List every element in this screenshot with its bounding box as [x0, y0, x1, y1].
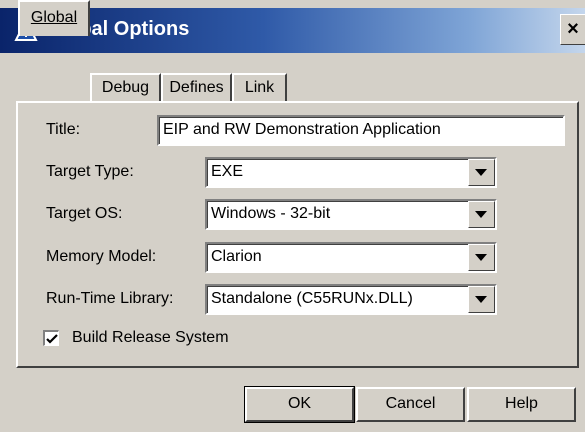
target-os-label: Target OS: [46, 205, 123, 222]
tab-debug[interactable]: Debug [90, 73, 161, 101]
memory-model-select[interactable]: Clarion [205, 242, 497, 273]
tab-debug-label: Debug [101, 79, 150, 96]
title-input[interactable]: EIP and RW Demonstration Application [157, 115, 565, 146]
target-type-select[interactable]: EXE [205, 157, 497, 188]
title-label: Title: [46, 121, 81, 138]
ok-button[interactable]: OK [244, 386, 355, 423]
runtime-library-value: Standalone (C55RUNx.DLL) [211, 290, 413, 307]
target-os-dropdown-button[interactable] [468, 201, 495, 228]
runtime-library-label: Run-Time Library: [46, 290, 174, 307]
chevron-down-icon [475, 169, 487, 176]
checkmark-icon [46, 334, 58, 344]
close-button[interactable]: × [560, 14, 585, 45]
cancel-button[interactable]: Cancel [356, 387, 465, 422]
build-release-checkbox[interactable] [43, 330, 59, 346]
target-type-dropdown-button[interactable] [468, 159, 495, 186]
build-release-label[interactable]: Build Release System [72, 329, 229, 347]
target-type-value: EXE [211, 163, 244, 180]
target-os-select[interactable]: Windows - 32-bit [205, 199, 497, 230]
tab-link[interactable]: Link [232, 73, 287, 101]
memory-model-value: Clarion [211, 248, 262, 265]
title-input-value: EIP and RW Demonstration Application [163, 121, 441, 138]
chevron-down-icon [475, 296, 487, 303]
runtime-library-dropdown-button[interactable] [468, 286, 495, 313]
memory-model-label: Memory Model: [46, 248, 157, 265]
chevron-down-icon [475, 254, 487, 261]
tab-defines[interactable]: Defines [161, 73, 232, 101]
help-button[interactable]: Help [467, 387, 576, 422]
target-os-value: Windows - 32-bit [211, 205, 331, 222]
tab-global[interactable]: Global [18, 0, 90, 36]
tab-defines-label: Defines [169, 79, 224, 96]
memory-model-dropdown-button[interactable] [468, 244, 495, 271]
runtime-library-select[interactable]: Standalone (C55RUNx.DLL) [205, 284, 497, 315]
chevron-down-icon [475, 211, 487, 218]
global-options-dialog: Global Options × Global Debug Defines Li… [0, 0, 585, 432]
target-type-label: Target Type: [46, 163, 134, 180]
tab-link-label: Link [244, 79, 275, 96]
tab-global-label: Global [30, 9, 78, 26]
